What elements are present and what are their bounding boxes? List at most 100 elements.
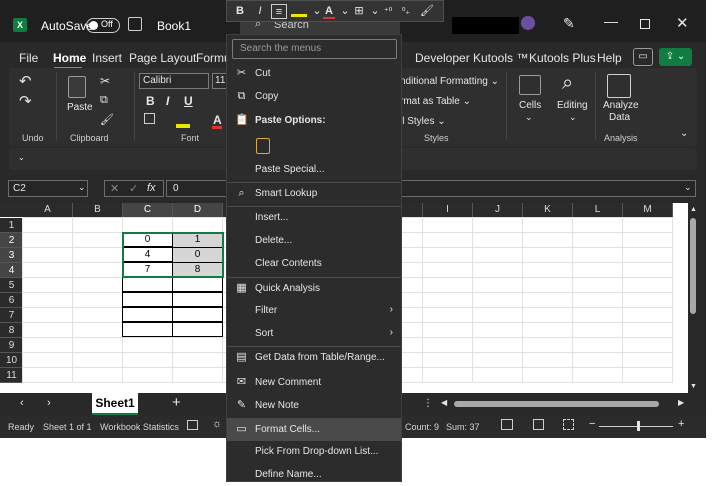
increase-decimal-icon[interactable]: ⁺⁰	[380, 4, 396, 19]
accessibility-check-icon[interactable]: ☼	[212, 418, 222, 430]
name-box[interactable]: C2	[8, 180, 88, 197]
menu-item-copy[interactable]: ⧉ Copy	[227, 86, 401, 108]
row-header-4[interactable]: 4	[0, 263, 23, 278]
comments-button[interactable]: ▭	[633, 48, 653, 66]
cells-label[interactable]: Cells	[519, 100, 541, 111]
menu-item-new-comment[interactable]: ✉ New Comment	[227, 372, 401, 394]
analyze-data-label[interactable]: Analyze	[603, 100, 639, 111]
menu-item-insert[interactable]: Insert...	[227, 207, 401, 229]
vertical-scroll-thumb[interactable]	[690, 218, 696, 314]
scroll-down-icon[interactable]: ▼	[690, 383, 697, 390]
row-header-1[interactable]: 1	[0, 218, 23, 233]
menu-item-paste-options[interactable]: 📋 Paste Options:	[227, 110, 401, 132]
bordered-cell[interactable]	[122, 277, 173, 292]
zoom-slider[interactable]	[599, 426, 673, 427]
tab-home[interactable]: Home	[53, 51, 86, 65]
row-header-6[interactable]: 6	[0, 293, 23, 308]
menu-item-paste-special[interactable]: Paste Special...	[227, 159, 401, 181]
row-header-2[interactable]: 2	[0, 233, 23, 248]
font-name-box[interactable]: Calibri	[139, 73, 209, 89]
menu-item-clear-contents[interactable]: Clear Contents	[227, 253, 401, 275]
zoom-slider-thumb[interactable]	[637, 421, 640, 431]
add-sheet-button[interactable]: +	[172, 394, 181, 411]
tab-developer[interactable]: Developer	[415, 51, 470, 65]
align-center-icon[interactable]: ≡	[271, 4, 287, 19]
bordered-cell[interactable]	[122, 307, 173, 322]
zoom-in-icon[interactable]: +	[678, 418, 684, 430]
tab-page-layout[interactable]: Page Layout	[129, 51, 196, 65]
maximize-button[interactable]	[640, 19, 650, 29]
editing-label[interactable]: Editing	[557, 100, 588, 111]
analyze-data-label-2[interactable]: Data	[609, 112, 630, 123]
fill-color-icon[interactable]	[176, 124, 190, 128]
format-as-table-button[interactable]: rmat as Table ⌄	[400, 96, 471, 107]
bold-button[interactable]: B	[146, 94, 155, 108]
tab-help[interactable]: Help	[597, 51, 622, 65]
workbook-statistics[interactable]: Workbook Statistics	[100, 422, 179, 432]
format-painter-icon[interactable]: 🖌	[100, 113, 114, 126]
cells-icon[interactable]	[519, 75, 541, 95]
menu-item-sort[interactable]: Sort ›	[227, 323, 401, 345]
sheet-tab-options-icon[interactable]: ⋮	[423, 398, 433, 409]
row-header-7[interactable]: 7	[0, 308, 23, 323]
avatar[interactable]	[521, 16, 535, 30]
column-header-b[interactable]: B	[73, 203, 123, 217]
bordered-cell[interactable]	[122, 292, 173, 307]
menu-item-format-cells[interactable]: ▭ Format Cells...	[227, 419, 401, 441]
row-header-11[interactable]: 11	[0, 368, 23, 383]
namebox-dropdown-icon[interactable]: ⌄	[78, 182, 86, 193]
horizontal-scroll-thumb[interactable]	[454, 401, 659, 407]
paste-icon[interactable]	[68, 76, 86, 98]
bordered-cell[interactable]	[122, 322, 173, 337]
tab-kutools[interactable]: Kutools ™	[473, 51, 528, 65]
select-all-corner[interactable]	[0, 203, 23, 217]
borders-icon[interactable]	[144, 113, 155, 124]
enter-icon[interactable]: ✓	[129, 182, 138, 195]
bordered-cell[interactable]	[172, 307, 223, 322]
bordered-cell[interactable]	[172, 322, 223, 337]
row-header-3[interactable]: 3	[0, 248, 23, 263]
column-header-k[interactable]: K	[523, 203, 573, 217]
undo-icon[interactable]: ↶	[19, 72, 32, 90]
pen-icon[interactable]: ✎	[563, 15, 575, 32]
menu-item-new-note[interactable]: ✎ New Note	[227, 395, 401, 417]
row-header-8[interactable]: 8	[0, 323, 23, 338]
bordered-cell[interactable]	[172, 277, 223, 292]
menu-item-pick-from-drop-down-list[interactable]: Pick From Drop-down List...	[227, 441, 401, 463]
mini-format-painter-icon[interactable]: 🖌	[419, 4, 435, 19]
row-header-5[interactable]: 5	[0, 278, 23, 293]
insert-function-icon[interactable]: fx	[147, 182, 156, 194]
normal-view-icon[interactable]	[501, 419, 513, 430]
collapse-ribbon-icon[interactable]: ⌄	[680, 128, 688, 139]
conditional-formatting-button[interactable]: nditional Formatting ⌄	[400, 76, 499, 87]
chevron-down-icon[interactable]: ⌄	[525, 112, 533, 123]
tab-file[interactable]: File	[19, 51, 38, 65]
page-layout-view-icon[interactable]	[533, 419, 544, 430]
column-header-i[interactable]: I	[423, 203, 473, 217]
bordered-cell[interactable]	[172, 292, 223, 307]
mini-borders-icon[interactable]: ⊞	[351, 4, 367, 19]
page-break-view-icon[interactable]	[563, 419, 574, 430]
column-header-c[interactable]: C	[123, 203, 173, 217]
minimize-button[interactable]: —	[604, 13, 618, 29]
menu-item-filter[interactable]: Filter ›	[227, 300, 401, 322]
cell-styles-button[interactable]: ll Styles ⌄	[400, 116, 446, 127]
menu-item-quick-analysis[interactable]: ▦ Quick Analysis	[227, 278, 401, 300]
menu-item-cut[interactable]: ✂ Cut	[227, 63, 401, 85]
column-header-m[interactable]: M	[623, 203, 673, 217]
column-header-l[interactable]: L	[573, 203, 623, 217]
menu-search-input[interactable]: Search the menus	[232, 39, 397, 59]
menu-item-define-name[interactable]: Define Name...	[227, 464, 401, 486]
scroll-up-icon[interactable]: ▲	[690, 206, 697, 213]
expand-formula-icon[interactable]: ⌄	[684, 182, 692, 193]
mini-italic-button[interactable]: I	[252, 4, 268, 19]
italic-button[interactable]: I	[166, 94, 169, 108]
share-button[interactable]: ⇪ ⌄	[659, 48, 692, 66]
menu-item-get-data-from-table-range[interactable]: ▤ Get Data from Table/Range...	[227, 347, 401, 369]
tab-kutools-plus[interactable]: Kutools Plus	[529, 51, 596, 65]
save-icon[interactable]	[128, 17, 142, 31]
zoom-out-icon[interactable]: −	[589, 418, 595, 430]
column-header-j[interactable]: J	[473, 203, 523, 217]
hscroll-left-icon[interactable]: ◀	[441, 398, 447, 407]
row-header-10[interactable]: 10	[0, 353, 23, 368]
